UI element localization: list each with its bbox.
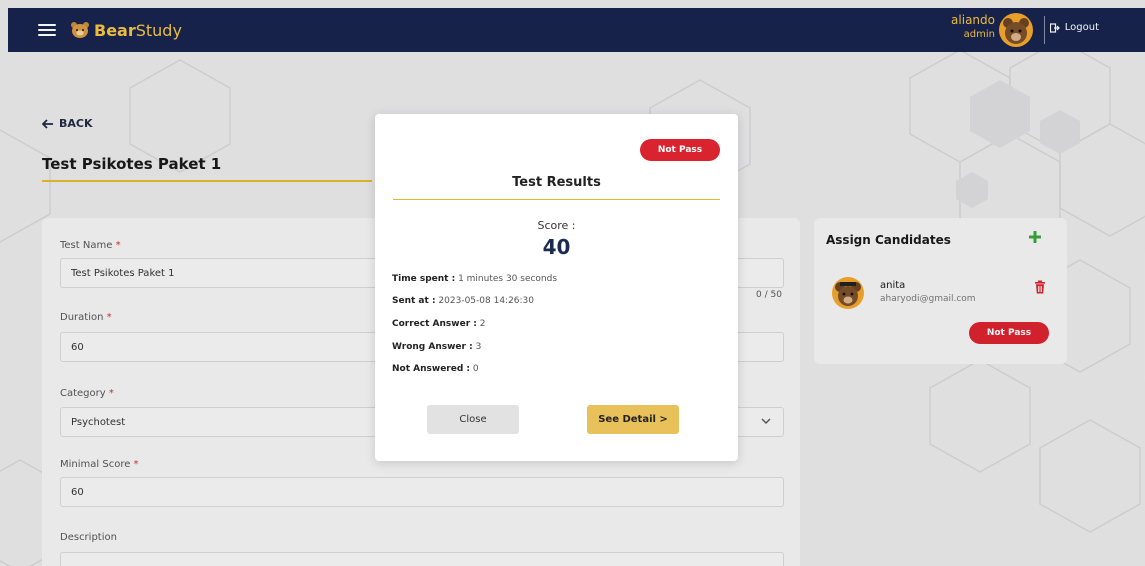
wrong-answer-row: Wrong Answer : 3: [392, 342, 482, 352]
not-answered-row: Not Answered : 0: [392, 364, 479, 374]
score-label: Score :: [537, 219, 576, 232]
see-detail-button[interactable]: See Detail >: [587, 405, 679, 434]
sent-at-row: Sent at : 2023-05-08 14:26:30: [392, 296, 535, 306]
test-results-modal: Not Pass Test Results Score : 40 Time sp…: [375, 114, 738, 461]
correct-answer-row: Correct Answer : 2: [392, 319, 486, 329]
time-spent-row: Time spent : 1 minutes 30 seconds: [392, 274, 558, 284]
score-value: 40: [542, 235, 571, 259]
result-status-badge: Not Pass: [640, 139, 720, 161]
modal-title: Test Results: [512, 175, 601, 190]
close-button[interactable]: Close: [427, 405, 519, 434]
modal-divider: [393, 199, 720, 200]
